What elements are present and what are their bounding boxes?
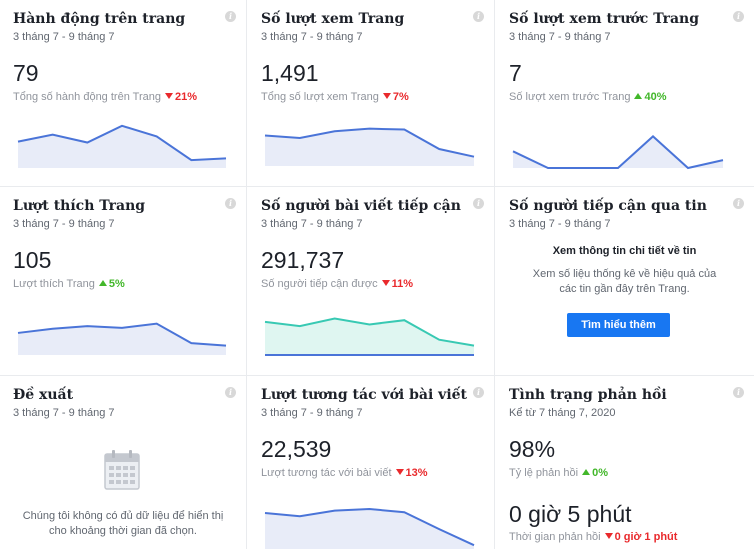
no-data-message: Chúng tôi không có đủ dữ liệu để hiển th… [22, 510, 224, 537]
date-range: Kể từ 7 tháng 7, 2020 [509, 407, 616, 419]
calendar-icon [104, 450, 140, 490]
trend-up-icon [582, 469, 591, 475]
date-range: 3 tháng 7 - 9 tháng 7 [13, 407, 115, 419]
change-value: 0% [592, 467, 609, 479]
date-range: 3 tháng 7 - 9 tháng 7 [509, 218, 611, 230]
post-reach-card[interactable]: Số người bài viết tiếp cận i 3 tháng 7 -… [247, 187, 494, 375]
sparkline-area [513, 136, 723, 168]
sparkline-area [18, 125, 226, 168]
sparkline-area [265, 128, 474, 166]
page-likes-card[interactable]: Lượt thích Trang i 3 tháng 7 - 9 tháng 7… [0, 187, 246, 375]
story-insights-heading: Xem thông tin chi tiết về tin [552, 245, 697, 257]
change-value: 0 giờ 1 phút [614, 531, 678, 543]
card-title: Số người tiếp cận qua tin [509, 198, 707, 214]
sparkline-chart [264, 508, 475, 549]
page-previews-card[interactable]: Số lượt xem trước Trang i 3 tháng 7 - 9 … [495, 0, 754, 186]
sparkline-chart [17, 124, 227, 168]
sparkline-chart [512, 135, 724, 170]
info-icon[interactable]: i [733, 198, 744, 209]
info-icon[interactable]: i [733, 387, 744, 398]
response-status-card[interactable]: Tình trạng phản hồi i Kể từ 7 tháng 7, 2… [495, 376, 754, 549]
sublabel-text: Thời gian phản hồi [509, 531, 601, 543]
sublabel-text: Tỷ lệ phản hồi [509, 467, 579, 479]
learn-more-button[interactable]: Tìm hiểu thêm [567, 313, 670, 337]
sparkline-chart [17, 322, 227, 355]
response-time-sublabel: Thời gian phản hồi 0 giờ 1 phút [509, 531, 677, 543]
sparkline-chart [264, 317, 475, 356]
trend-down-icon [604, 533, 613, 539]
card-title: Tình trạng phản hồi [509, 387, 667, 403]
page-views-card[interactable]: Số lượt xem Trang i 3 tháng 7 - 9 tháng … [247, 0, 494, 186]
story-reach-card[interactable]: Số người tiếp cận qua tin i 3 tháng 7 - … [495, 187, 754, 375]
recommendations-card[interactable]: Đề xuất i 3 tháng 7 - 9 tháng 7 Chúng tô… [0, 376, 246, 549]
post-engagement-card[interactable]: Lượt tương tác với bài viết i 3 tháng 7 … [247, 376, 494, 549]
info-icon[interactable]: i [225, 387, 236, 398]
insights-grid: Hành động trên trang i 3 tháng 7 - 9 thá… [0, 0, 754, 549]
sparkline-line [512, 135, 724, 170]
response-rate-sublabel: Tỷ lệ phản hồi 0% [509, 467, 608, 479]
story-insights-text: Xem số liệu thống kê về hiệu quả của các… [532, 268, 717, 295]
response-rate-value: 98% [509, 436, 556, 462]
sparkline-chart [264, 127, 475, 166]
page-actions-card[interactable]: Hành động trên trang i 3 tháng 7 - 9 thá… [0, 0, 246, 186]
response-time-value: 0 giờ 5 phút [509, 501, 632, 527]
card-title: Đề xuất [13, 387, 74, 403]
